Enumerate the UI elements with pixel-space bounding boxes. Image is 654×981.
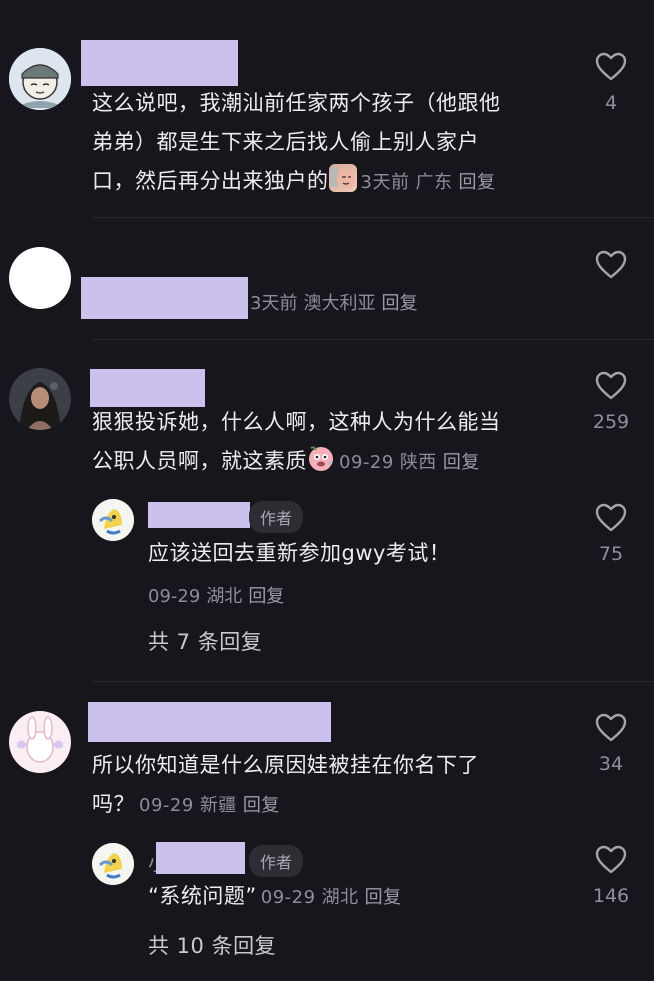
smirk-face-emoji (328, 164, 357, 192)
comment-meta: 09-29 新疆 回复 (139, 795, 286, 816)
heart-outline-icon (595, 713, 627, 742)
expand-replies-button[interactable]: 共 7 条回复 (148, 626, 262, 656)
reply-text: 应该送回去重新参加gwy考试！ (148, 541, 451, 565)
heart-outline-icon (595, 845, 627, 874)
like-count: 259 (592, 411, 630, 433)
location: 广东 (415, 172, 453, 193)
expand-replies-button[interactable]: 共 10 条回复 (148, 930, 276, 960)
comment-text: 所以你知道是什么原因娃被挂在你名下了 吗？ 09-29 新疆 回复 (92, 753, 479, 816)
reply-button[interactable]: 回复 (365, 887, 402, 908)
author-badge: 作者 (249, 501, 304, 533)
location: 新疆 (199, 795, 237, 816)
comment-meta: 3天前 澳大利亚 回复 (250, 289, 423, 315)
reply-meta: 09-29 湖北 回复 (261, 887, 408, 908)
heart-outline-icon (595, 250, 627, 279)
timestamp: 3天前 (250, 293, 298, 314)
timestamp: 3天前 (360, 172, 410, 193)
like-count: 4 (604, 92, 618, 114)
username-redacted[interactable] (90, 369, 205, 407)
divider (92, 681, 654, 682)
reply-avatar[interactable] (92, 499, 134, 541)
reply-button[interactable]: 回复 (458, 172, 495, 193)
reply-username-redacted[interactable] (148, 502, 250, 528)
like-count: 34 (598, 753, 624, 775)
heart-outline-icon (595, 503, 627, 532)
sweating-face-emoji (307, 444, 335, 472)
like-button[interactable]: 259 (581, 371, 641, 433)
avatar[interactable] (9, 368, 71, 430)
divider (92, 339, 654, 340)
reply-like-button[interactable]: 146 (581, 845, 641, 907)
location: 湖北 (321, 887, 359, 908)
like-button[interactable]: 4 (581, 52, 641, 114)
timestamp: 09-29 (260, 887, 316, 908)
comment-meta: 3天前 广东 回复 (361, 172, 502, 193)
reply-like-button[interactable]: 75 (581, 503, 641, 565)
reply-meta: 09-29 湖北 回复 (148, 582, 290, 608)
like-count: 75 (598, 543, 624, 565)
reply-button[interactable]: 回复 (248, 586, 284, 607)
reply-button[interactable]: 回复 (243, 795, 280, 816)
reply-button[interactable]: 回复 (443, 452, 480, 473)
heart-outline-icon (595, 52, 627, 81)
comment-text: 这么说吧，我潮汕前任家两个孩子（他跟他 弟弟）都是生下来之后找人偷上别人家户 口… (92, 91, 502, 193)
like-count: 146 (592, 885, 630, 907)
reply-username-redacted[interactable] (156, 842, 245, 874)
like-button[interactable] (581, 250, 641, 290)
location: 湖北 (206, 586, 243, 607)
avatar[interactable] (9, 48, 71, 110)
timestamp: 09-29 (339, 452, 394, 473)
timestamp: 09-29 (148, 586, 201, 607)
avatar[interactable] (9, 711, 71, 773)
reply-button[interactable]: 回复 (381, 293, 417, 314)
username-redacted[interactable] (81, 40, 238, 86)
like-button[interactable]: 34 (581, 713, 641, 775)
reply-avatar[interactable] (92, 843, 134, 885)
heart-outline-icon (595, 371, 627, 400)
comment-meta: 09-29 陕西 回复 (339, 452, 486, 473)
username-redacted[interactable] (88, 702, 331, 742)
location: 陕西 (399, 452, 437, 473)
comment-text: 狠狠投诉她，什么人啊，这种人为什么能当 公职人员啊，就这素质 09-29 陕西 回复 (92, 410, 501, 473)
username-redacted[interactable] (81, 277, 248, 319)
reply-text: “系统问题” 09-29 湖北 回复 (148, 877, 568, 917)
timestamp: 09-29 (139, 795, 194, 816)
author-badge: 作者 (249, 845, 304, 877)
divider (92, 217, 654, 218)
avatar[interactable] (9, 247, 71, 309)
location: 澳大利亚 (303, 293, 376, 314)
